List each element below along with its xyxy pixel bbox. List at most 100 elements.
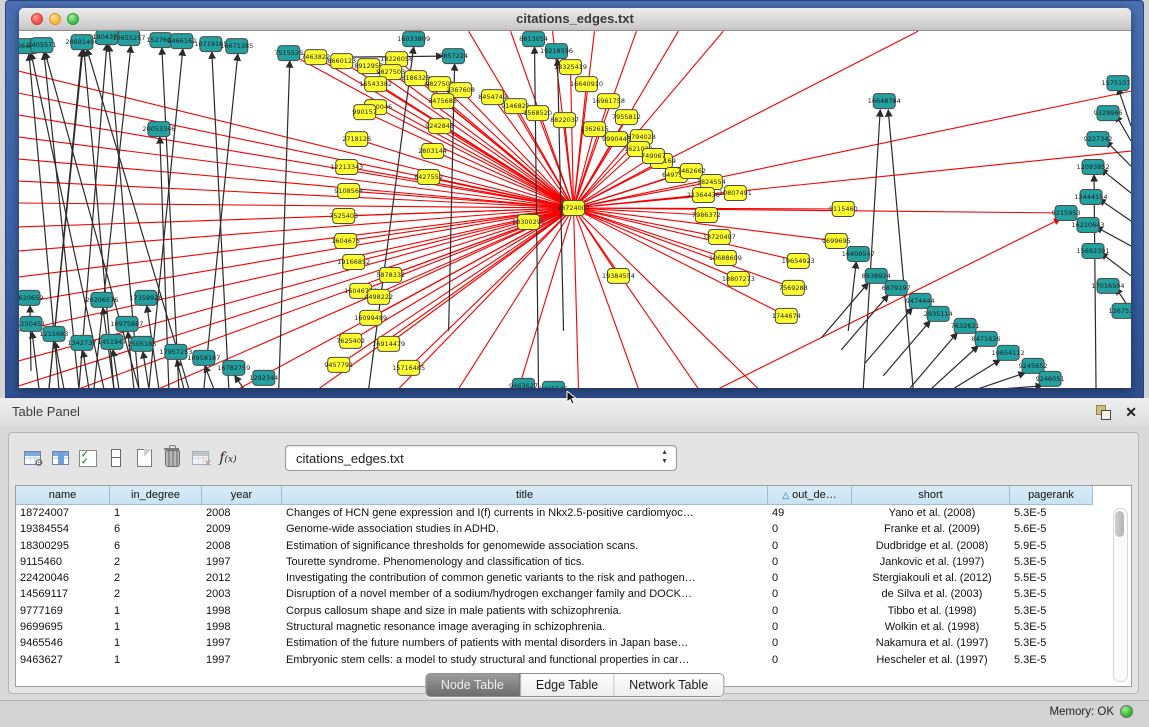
- graph-node[interactable]: 17016504: [1092, 278, 1125, 293]
- citation-network-graph[interactable]: 1664936240557120691406180437110655257152…: [19, 31, 1131, 388]
- tab-network-table[interactable]: Network Table: [613, 674, 723, 696]
- table-columns-icon[interactable]: [47, 444, 73, 472]
- graph-node[interactable]: 1267534: [1109, 303, 1131, 318]
- table-row[interactable]: 946554611997Estimation of the future num…: [16, 635, 1131, 651]
- graph-node[interactable]: 749067: [641, 149, 666, 164]
- graph-node[interactable]: 10975887: [110, 316, 143, 331]
- table-row[interactable]: 1872400712008Changes of HCN gene express…: [16, 505, 1131, 521]
- graph-node[interactable]: 9227342: [1084, 132, 1113, 147]
- graph-node[interactable]: 5878332: [376, 267, 405, 282]
- graph-node[interactable]: 7857224: [439, 49, 468, 64]
- graph-node[interactable]: 7986372: [692, 208, 721, 223]
- table-row[interactable]: 2242004622012Investigating the contribut…: [16, 570, 1131, 586]
- close-panel-icon[interactable]: ✕: [1125, 403, 1137, 421]
- graph-node[interactable]: 18720407: [703, 229, 736, 244]
- graph-node[interactable]: 990157: [352, 105, 377, 120]
- float-panel-icon[interactable]: [1096, 405, 1111, 420]
- graph-node[interactable]: 9246051: [1036, 371, 1065, 386]
- column-header[interactable]: in_degree: [110, 486, 202, 505]
- graph-node[interactable]: 2620659: [19, 290, 43, 305]
- graph-node[interactable]: 7625402: [336, 333, 365, 348]
- graph-node[interactable]: 7515526: [274, 46, 303, 61]
- graph-node[interactable]: 9465546: [539, 381, 568, 388]
- graph-node[interactable]: 16640910: [570, 77, 603, 92]
- graph-node[interactable]: 16099489: [354, 310, 387, 325]
- graph-node[interactable]: 2803144: [418, 144, 447, 159]
- tab-edge-table[interactable]: Edge Table: [520, 674, 613, 696]
- graph-node[interactable]: 1568520: [523, 106, 552, 121]
- scrollbar-thumb[interactable]: [1115, 511, 1124, 537]
- graph-node[interactable]: 16648784: [868, 94, 901, 109]
- graph-node[interactable]: 7525403: [329, 209, 358, 224]
- graph-node[interactable]: 16782759: [217, 360, 250, 375]
- column-header[interactable]: title: [282, 486, 768, 505]
- graph-node[interactable]: 10654112: [992, 345, 1025, 360]
- graph-node[interactable]: 19384554: [602, 268, 635, 283]
- graph-node[interactable]: 7955812: [612, 110, 641, 125]
- network-window-titlebar[interactable]: citations_edges.txt: [19, 8, 1131, 31]
- graph-node[interactable]: 9108564: [334, 184, 363, 199]
- graph-node[interactable]: 15751074: [1102, 76, 1131, 91]
- graph-node[interactable]: 16961758: [592, 94, 625, 109]
- graph-node[interactable]: 1342737: [67, 335, 96, 350]
- table-row[interactable]: 911546021997Tourette syndrome. Phenomeno…: [16, 554, 1131, 570]
- table-row[interactable]: 969969511998Structural magnetic resonanc…: [16, 619, 1131, 635]
- table-row[interactable]: 1938455462009Genome-wide association stu…: [16, 521, 1131, 537]
- column-header[interactable]: year: [202, 486, 282, 505]
- column-header[interactable]: pagerank: [1010, 486, 1093, 505]
- graph-node[interactable]: 9242848: [425, 119, 454, 134]
- graph-node[interactable]: 19218596: [540, 44, 573, 59]
- graph-node[interactable]: 18325419: [554, 60, 587, 75]
- table-row[interactable]: 946362711997Embryonic stem cells: a mode…: [16, 652, 1131, 668]
- graph-node[interactable]: 6879197: [882, 280, 911, 295]
- graph-node[interactable]: 1604675: [331, 233, 360, 248]
- graph-node[interactable]: 1744674: [772, 308, 801, 323]
- graph-node[interactable]: 8822037: [550, 113, 579, 128]
- graph-node[interactable]: 19654923: [782, 253, 815, 268]
- graph-node[interactable]: 8660123: [327, 54, 356, 69]
- select-all-columns-icon[interactable]: ✓✓: [75, 444, 101, 472]
- graph-node[interactable]: 12444154: [1075, 190, 1108, 205]
- graph-node[interactable]: 3475685: [428, 94, 457, 109]
- column-header[interactable]: short: [852, 486, 1010, 505]
- graph-node[interactable]: 1292344: [249, 370, 278, 385]
- vertical-scrollbar[interactable]: [1113, 508, 1128, 682]
- graph-node[interactable]: 4498222: [364, 289, 393, 304]
- graph-node[interactable]: 9699695: [822, 233, 851, 248]
- graph-node[interactable]: 10807491: [719, 186, 752, 201]
- column-header[interactable]: name: [16, 486, 110, 505]
- graph-node[interactable]: 2718126: [342, 132, 371, 147]
- graph-node[interactable]: 8813054: [519, 32, 548, 47]
- network-canvas[interactable]: 1664936240557120691406180437110655257152…: [19, 31, 1131, 388]
- graph-node[interactable]: 7569288: [779, 280, 808, 295]
- function-builder-icon[interactable]: f(x): [215, 444, 241, 472]
- graph-node[interactable]: 9463627: [509, 378, 538, 388]
- graph-node[interactable]: 20053346: [142, 122, 175, 137]
- delete-rows-icon[interactable]: [159, 444, 185, 472]
- graph-node[interactable]: 8471626: [972, 331, 1001, 346]
- graph-node[interactable]: 15716485: [392, 360, 425, 375]
- graph-node[interactable]: 2505185: [127, 336, 156, 351]
- graph-node[interactable]: 2405571: [28, 38, 57, 53]
- graph-node[interactable]: 1451947: [97, 334, 126, 349]
- graph-node[interactable]: 9115460: [829, 202, 858, 217]
- graph-node[interactable]: 7632621: [951, 318, 980, 333]
- table-selector-dropdown[interactable]: citations_edges.txt ▲▼: [285, 445, 677, 471]
- column-pair-icon[interactable]: [103, 444, 129, 472]
- graph-node[interactable]: 20206576: [85, 292, 118, 307]
- table-settings-icon[interactable]: ⚙: [19, 444, 45, 472]
- graph-node[interactable]: 7463822: [301, 50, 330, 65]
- table-row[interactable]: 1456911722003Disruption of a novel membe…: [16, 586, 1131, 602]
- tab-node-table[interactable]: Node Table: [426, 674, 520, 696]
- table-row[interactable]: 977716911998Corpus callosum shape and si…: [16, 603, 1131, 619]
- graph-node[interactable]: 9457791: [324, 357, 353, 372]
- new-table-icon[interactable]: [131, 444, 157, 472]
- graph-node[interactable]: 9329966: [1094, 106, 1123, 121]
- graph-node[interactable]: 19166852: [337, 254, 370, 269]
- graph-node[interactable]: 9466162: [167, 34, 196, 49]
- graph-node[interactable]: 9215953: [1052, 206, 1081, 221]
- table-row[interactable]: 1830029562008Estimation of significance …: [16, 538, 1131, 554]
- column-header[interactable]: △out_de…: [768, 486, 852, 505]
- graph-node[interactable]: 10688609: [709, 250, 742, 265]
- graph-node[interactable]: 16409547: [842, 246, 875, 261]
